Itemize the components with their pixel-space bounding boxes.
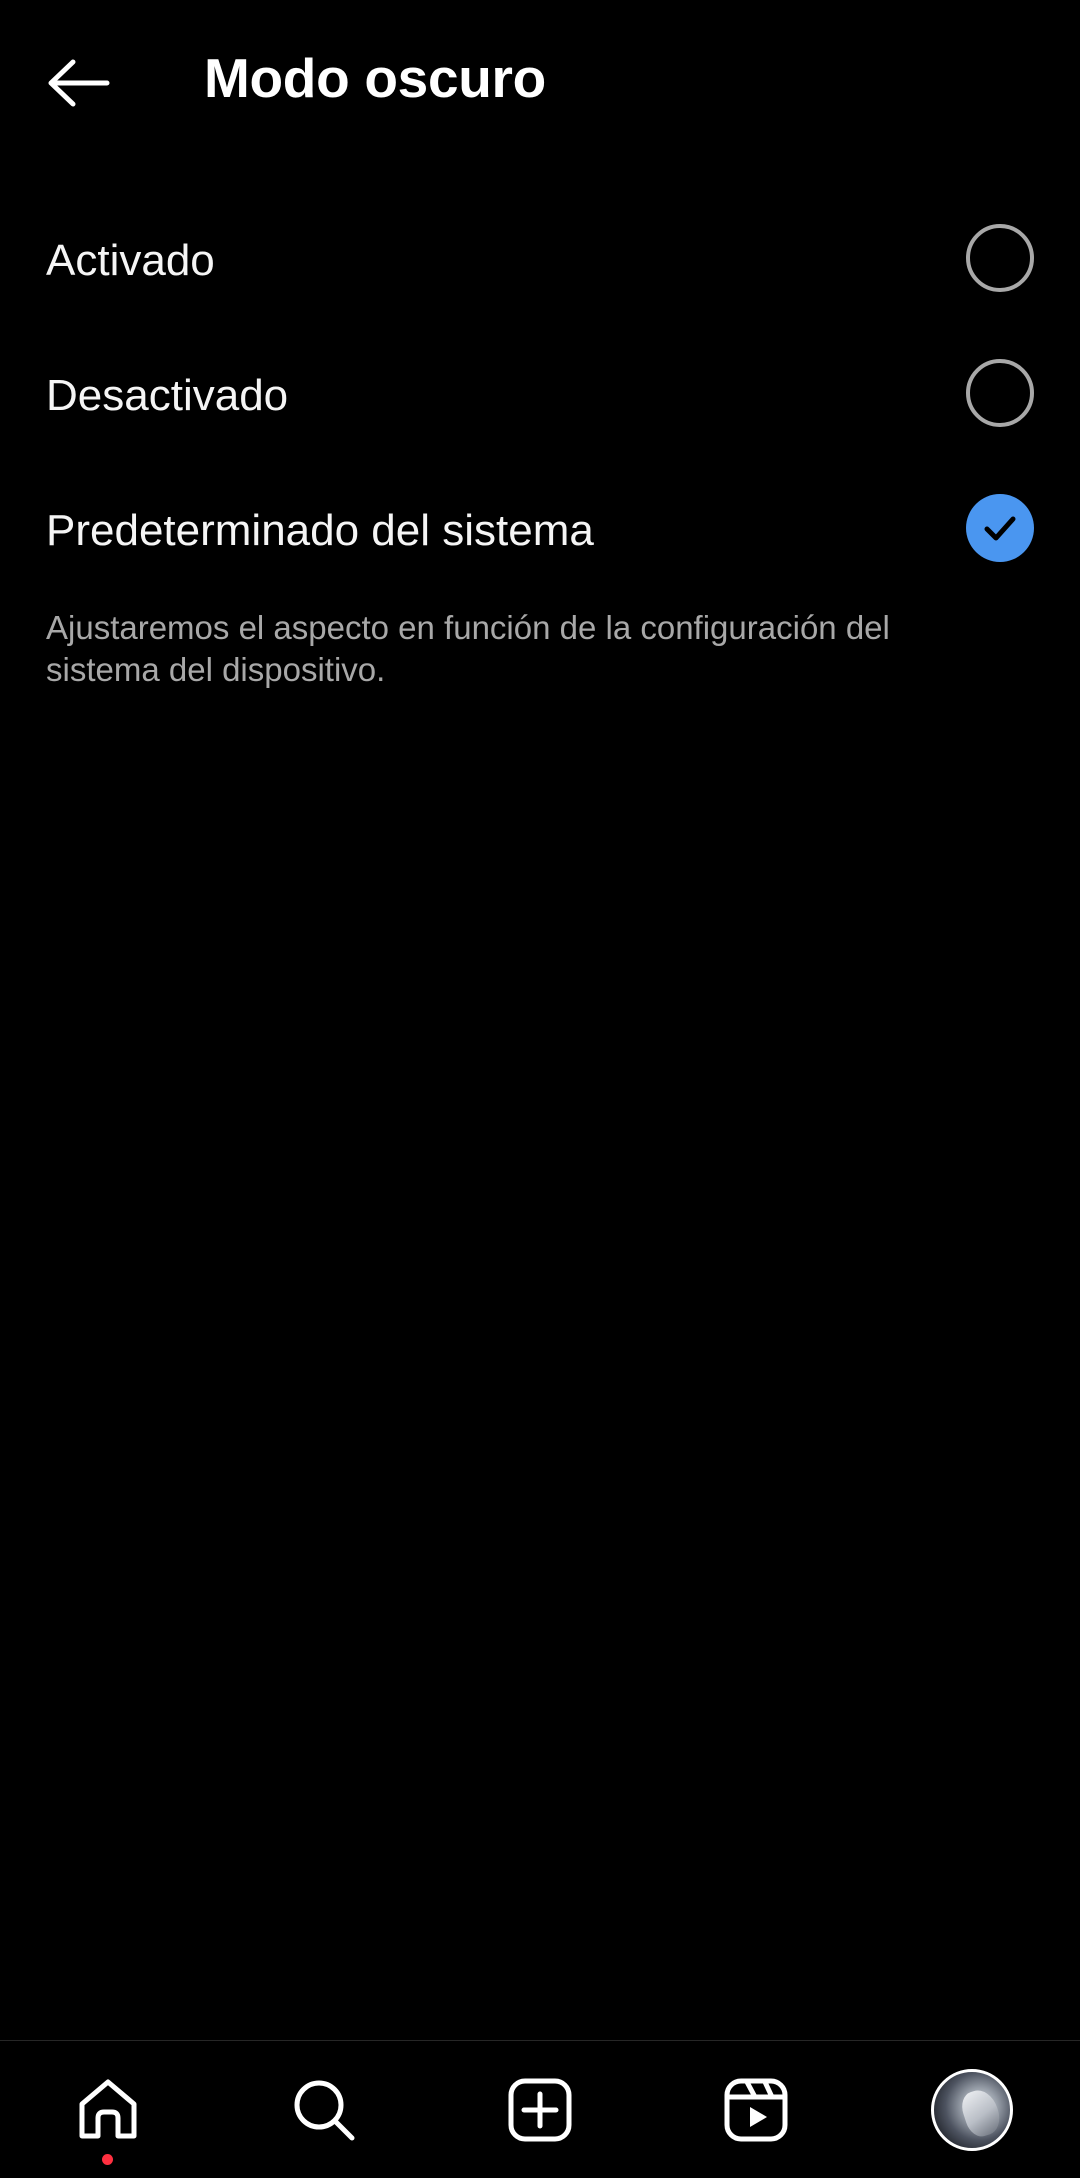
nav-profile[interactable]	[864, 2041, 1080, 2178]
page-title: Modo oscuro	[204, 47, 546, 109]
radio-unchecked[interactable]	[966, 359, 1034, 427]
option-desactivado[interactable]: Desactivado	[0, 330, 1080, 465]
radio-checked[interactable]	[966, 494, 1034, 562]
description-text: Ajustaremos el aspecto en función de la …	[46, 609, 890, 688]
nav-search[interactable]	[216, 2041, 432, 2178]
nav-home[interactable]	[0, 2041, 216, 2178]
option-activado[interactable]: Activado	[0, 195, 1080, 330]
option-label: Predeterminado del sistema	[46, 506, 594, 555]
checkmark-icon	[966, 494, 1034, 562]
option-label: Activado	[46, 236, 215, 285]
app-header: Modo oscuro	[0, 0, 1080, 160]
option-predeterminado[interactable]: Predeterminado del sistema	[0, 465, 1080, 600]
profile-avatar	[931, 2068, 1013, 2151]
back-button[interactable]	[38, 45, 118, 121]
reels-icon	[724, 2078, 788, 2141]
search-icon	[294, 2080, 355, 2140]
radio-unchecked[interactable]	[966, 224, 1034, 292]
bottom-navigation	[0, 2040, 1080, 2178]
arrow-left-icon	[48, 59, 110, 107]
create-post-icon	[508, 2078, 572, 2141]
dark-mode-options: Activado Desactivado Predeterminado del …	[0, 195, 1080, 600]
notification-dot	[102, 2154, 113, 2165]
home-icon	[79, 2079, 137, 2138]
nav-reels[interactable]	[648, 2041, 864, 2178]
nav-create[interactable]	[432, 2041, 648, 2178]
option-label: Desactivado	[46, 371, 289, 420]
